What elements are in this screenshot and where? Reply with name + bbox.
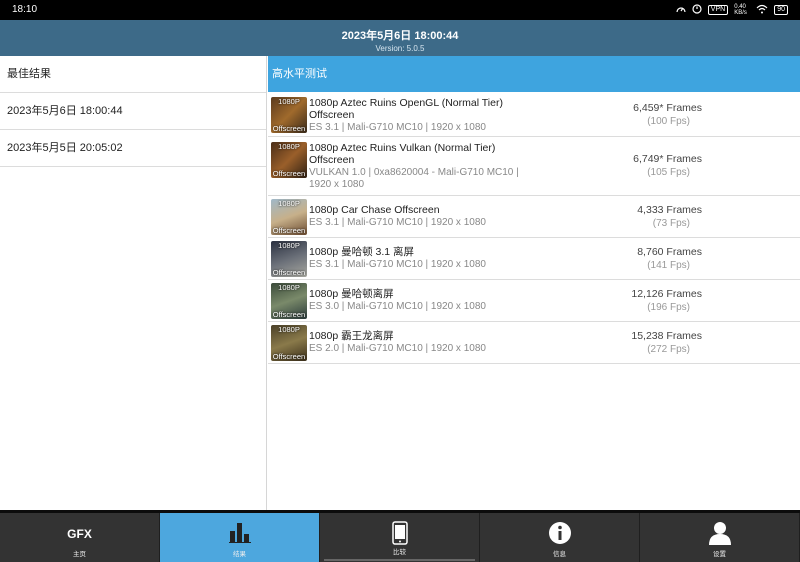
nav-info[interactable]: 信息: [480, 513, 640, 562]
thumb-mode-label: Offscreen: [272, 124, 306, 133]
section-header: 高水平测试: [268, 56, 800, 92]
test-details: ES 3.1 | Mali-G710 MC10 | 1920 x 1080: [309, 217, 486, 228]
bar-chart-icon: [228, 521, 252, 548]
thumb-res-label: 1080P: [278, 142, 300, 151]
info-icon: [548, 521, 572, 550]
t-rex-thumbnail: 1080P Offscreen: [271, 325, 307, 361]
nav-home-label: 主页: [73, 551, 86, 558]
sidebar-item-best[interactable]: 最佳结果: [0, 56, 266, 93]
test-name: 1080p 霸王龙离屏: [309, 330, 394, 342]
thumb-res-label: 1080P: [278, 325, 300, 334]
nav-home[interactable]: GFX 主页: [0, 513, 160, 562]
thumb-mode-label: Offscreen: [272, 352, 306, 361]
gfx-logo-icon: GFX: [67, 527, 92, 541]
thumb-res-label: 1080P: [278, 97, 300, 106]
score-frames: 15,238 Frames: [631, 330, 702, 342]
test-details: ES 3.1 | Mali-G710 MC10 | 1920 x 1080: [309, 122, 486, 133]
result-row[interactable]: 1080P Offscreen 1080p 曼哈顿 3.1 离屏 ES 3.1 …: [268, 238, 800, 280]
battery-icon: 90: [774, 5, 788, 15]
wifi-icon: [756, 4, 768, 16]
test-name: 1080p Car Chase Offscreen: [309, 204, 440, 216]
result-row[interactable]: 1080P Offscreen 1080p Aztec Ruins Vulkan…: [268, 137, 800, 196]
result-row[interactable]: 1080P Offscreen 1080p Aztec Ruins OpenGL…: [268, 92, 800, 137]
speed-icon: [676, 4, 686, 16]
nav-compare[interactable]: 比较: [320, 513, 480, 562]
thumb-mode-label: Offscreen: [272, 310, 306, 319]
bottom-nav: GFX 主页 结果 比较 信息 设置: [0, 510, 800, 562]
test-name: 1080p Aztec Ruins OpenGL (Normal Tier) O…: [309, 97, 503, 121]
net-rate: 0.40 KB/s: [734, 4, 747, 16]
results-panel: 高水平测试 1080P Offscreen 1080p Aztec Ruins …: [268, 56, 800, 510]
status-time: 18:10: [12, 4, 38, 15]
test-name: 1080p Aztec Ruins Vulkan (Normal Tier) O…: [309, 142, 496, 166]
vpn-badge: VPN: [707, 5, 729, 15]
sidebar-item-result-1[interactable]: 2023年5月6日 18:00:44: [0, 93, 266, 130]
score-frames: 12,126 Frames: [631, 288, 702, 300]
result-row[interactable]: 1080P Offscreen 1080p Car Chase Offscree…: [268, 196, 800, 238]
thumb-mode-label: Offscreen: [272, 226, 306, 235]
score-frames: 6,459* Frames: [633, 102, 702, 114]
test-details: ES 2.0 | Mali-G710 MC10 | 1920 x 1080: [309, 343, 486, 354]
score-fps: (141 Fps): [647, 260, 690, 271]
thumb-mode-label: Offscreen: [272, 169, 306, 178]
sidebar-item-result-2[interactable]: 2023年5月5日 20:05:02: [0, 130, 266, 167]
status-bar: 18:10 VPN 0.40 KB/s 90: [0, 0, 800, 20]
aztec-thumbnail: 1080P Offscreen: [271, 97, 307, 133]
nav-settings-label: 设置: [713, 551, 726, 558]
test-details: VULKAN 1.0 | 0xa8620004 - Mali-G710 MC10…: [309, 167, 519, 190]
score-fps: (272 Fps): [647, 344, 690, 355]
nav-compare-underline: [324, 559, 475, 561]
score-frames: 4,333 Frames: [637, 204, 702, 216]
version-label: Version: 5.0.5: [375, 44, 425, 53]
thumb-mode-label: Offscreen: [272, 268, 306, 277]
nav-compare-label: 比较: [393, 549, 406, 556]
thumb-res-label: 1080P: [278, 283, 300, 292]
manhattan-31-thumbnail: 1080P Offscreen: [271, 241, 307, 277]
aztec-thumbnail: 1080P Offscreen: [271, 142, 307, 178]
manhattan-thumbnail: 1080P Offscreen: [271, 283, 307, 319]
score-fps: (196 Fps): [647, 302, 690, 313]
status-icons: VPN 0.40 KB/s 90: [676, 4, 788, 16]
result-row[interactable]: 1080P Offscreen 1080p 曼哈顿离屏 ES 3.0 | Mal…: [268, 280, 800, 322]
score-frames: 8,760 Frames: [637, 246, 702, 258]
result-title: 2023年5月6日 18:00:44: [341, 30, 459, 42]
car-chase-thumbnail: 1080P Offscreen: [271, 199, 307, 235]
result-row[interactable]: 1080P Offscreen 1080p 霸王龙离屏 ES 2.0 | Mal…: [268, 322, 800, 364]
nav-results-label: 结果: [233, 551, 246, 558]
nav-results[interactable]: 结果: [160, 513, 320, 562]
score-fps: (105 Fps): [647, 167, 690, 178]
score-fps: (100 Fps): [647, 116, 690, 127]
test-details: ES 3.0 | Mali-G710 MC10 | 1920 x 1080: [309, 301, 486, 312]
score-frames: 6,749* Frames: [633, 153, 702, 165]
test-name: 1080p 曼哈顿 3.1 离屏: [309, 246, 415, 258]
user-icon: [708, 521, 732, 550]
results-sidebar: 最佳结果 2023年5月6日 18:00:44 2023年5月5日 20:05:…: [0, 56, 267, 510]
thumb-res-label: 1080P: [278, 241, 300, 250]
score-fps: (73 Fps): [652, 218, 690, 229]
app-header: 2023年5月6日 18:00:44 Version: 5.0.5: [0, 20, 800, 56]
nav-settings[interactable]: 设置: [640, 513, 800, 562]
test-details: ES 3.1 | Mali-G710 MC10 | 1920 x 1080: [309, 259, 486, 270]
timer-icon: [692, 4, 702, 16]
thumb-res-label: 1080P: [278, 199, 300, 208]
test-name: 1080p 曼哈顿离屏: [309, 288, 394, 300]
nav-info-label: 信息: [553, 551, 566, 558]
